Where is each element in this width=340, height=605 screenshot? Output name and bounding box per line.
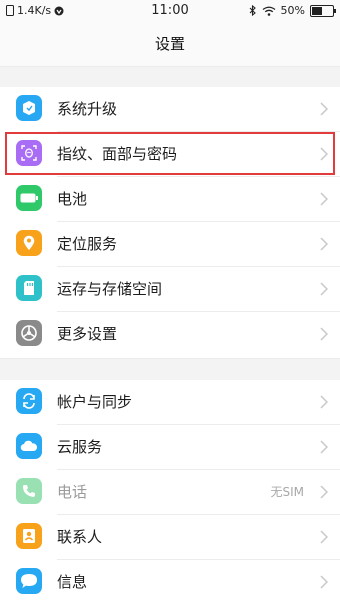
settings-item-label: 云服务 bbox=[57, 438, 103, 456]
system-update-icon bbox=[16, 95, 42, 121]
settings-item-account-sync[interactable]: 帐户与同步 bbox=[0, 380, 340, 425]
contacts-icon bbox=[16, 523, 42, 549]
settings-item-label: 电话 bbox=[57, 483, 88, 501]
settings-item-label: 信息 bbox=[57, 573, 88, 591]
wifi-icon bbox=[262, 6, 275, 16]
chevron-right-icon bbox=[320, 485, 328, 499]
cloud-icon bbox=[16, 433, 42, 459]
more-settings-icon bbox=[16, 320, 42, 346]
title-bar: 设置 bbox=[0, 24, 340, 66]
phone-icon bbox=[16, 478, 42, 504]
bluetooth-icon bbox=[249, 5, 256, 16]
settings-item-phone[interactable]: 电话 无SIM bbox=[0, 470, 340, 515]
settings-item-value: 无SIM bbox=[270, 485, 304, 499]
status-right: 50% bbox=[249, 4, 336, 17]
chevron-right-icon bbox=[320, 192, 328, 206]
status-bar: 1.4K/s 11:00 50% bbox=[0, 0, 340, 24]
settings-item-label: 系统升级 bbox=[57, 100, 118, 118]
page-title: 设置 bbox=[154, 35, 185, 53]
settings-item-label: 帐户与同步 bbox=[57, 393, 133, 411]
message-icon bbox=[16, 568, 42, 594]
settings-item-label: 运存与存储空间 bbox=[57, 280, 163, 298]
chevron-right-icon bbox=[320, 530, 328, 544]
chevron-right-icon bbox=[320, 395, 328, 409]
settings-item-label: 电池 bbox=[57, 190, 88, 208]
location-icon bbox=[16, 230, 42, 256]
settings-item-cloud[interactable]: 云服务 bbox=[0, 425, 340, 470]
settings-item-battery[interactable]: 电池 bbox=[0, 177, 340, 222]
battery-percent: 50% bbox=[280, 4, 305, 17]
section-gap bbox=[0, 66, 340, 89]
chevron-right-icon bbox=[320, 102, 328, 116]
settings-item-location[interactable]: 定位服务 bbox=[0, 222, 340, 267]
storage-icon bbox=[16, 275, 42, 301]
settings-item-message[interactable]: 信息 bbox=[0, 560, 340, 605]
settings-item-more-settings[interactable]: 更多设置 bbox=[0, 312, 340, 357]
settings-item-storage[interactable]: 运存与存储空间 bbox=[0, 267, 340, 312]
battery-status-icon bbox=[310, 4, 336, 17]
settings-item-label: 联系人 bbox=[57, 528, 103, 546]
chevron-right-icon bbox=[320, 575, 328, 589]
settings-item-contacts[interactable]: 联系人 bbox=[0, 515, 340, 560]
chevron-right-icon bbox=[320, 237, 328, 251]
settings-item-system-update[interactable]: 系统升级 bbox=[0, 87, 340, 132]
account-sync-icon bbox=[16, 388, 42, 414]
battery-icon bbox=[16, 185, 42, 211]
settings-item-label: 更多设置 bbox=[57, 325, 118, 343]
chevron-right-icon bbox=[320, 282, 328, 296]
chevron-right-icon bbox=[320, 327, 328, 341]
chevron-right-icon bbox=[320, 440, 328, 454]
section-gap bbox=[0, 358, 340, 381]
settings-item-label: 定位服务 bbox=[57, 235, 118, 253]
highlight-box bbox=[5, 132, 335, 175]
